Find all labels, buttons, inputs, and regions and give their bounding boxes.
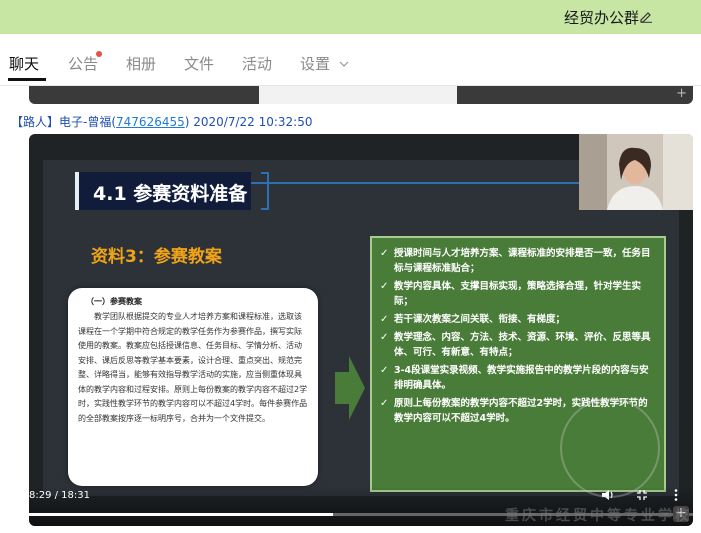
group-name: 经贸办公群	[563, 9, 639, 27]
playback-time: 8:29 / 18:31	[29, 490, 91, 501]
tab-chat[interactable]: 聊天	[9, 53, 39, 74]
message-timestamp: 2020/7/22 10:32:50	[193, 115, 313, 129]
check-icon: ✓	[380, 248, 389, 259]
check-icon: ✓	[380, 398, 389, 409]
active-tab-indicator	[8, 78, 46, 81]
expand-icon[interactable]: +	[676, 86, 687, 101]
edit-icon[interactable]	[639, 9, 653, 23]
message-header: 【路人】电子-曾福(747626455) 2020/7/22 10:32:50	[11, 115, 313, 129]
tab-settings[interactable]: 设置	[300, 53, 330, 74]
title-bar: 经贸办公群	[0, 0, 701, 34]
list-item: ✓ 教学内容具体、支撑目标实现，策略选择合理，针对学生实际；	[380, 281, 642, 307]
check-icon: ✓	[380, 332, 389, 343]
tab-announcement[interactable]: 公告	[68, 53, 98, 74]
check-icon: ✓	[380, 365, 389, 376]
sender-qq-link[interactable]: 747626455	[116, 115, 185, 129]
list-item: ✓ 若干课次教案之间关联、衔接、有梯度；	[380, 314, 566, 325]
progress-fill	[29, 513, 334, 516]
presenter-image	[579, 134, 693, 210]
tab-files[interactable]: 文件	[184, 53, 214, 74]
list-item: ✓ 教学理念、内容、方法、技术、资源、环境、评价、反思等具体、可行、有新意、有特点…	[380, 332, 651, 358]
previous-video-thumbnail[interactable]: +	[29, 86, 693, 104]
school-seal-watermark	[560, 398, 660, 498]
check-icon: ✓	[380, 281, 389, 292]
fullscreen-icon[interactable]	[635, 488, 649, 502]
list-item: ✓ 授课时间与人才培养方案、课程标准的安排是否一致，任务目标与课程标准贴合；	[380, 248, 651, 274]
more-options-icon[interactable]	[669, 488, 683, 502]
school-watermark-text: 重庆市经贸中等专业学校	[505, 508, 692, 524]
presenter-webcam	[579, 134, 693, 210]
doc-heading: （一）参赛教案	[86, 297, 142, 306]
chevron-down-icon[interactable]	[339, 59, 349, 69]
unread-dot	[96, 51, 102, 57]
sender-name: 【路人】电子-曾福	[11, 115, 112, 129]
arrow-right-icon	[335, 356, 365, 420]
title-bracket	[261, 172, 269, 210]
list-item: ✓ 3-4段课堂实录视频、教学实施报告中的教学片段的内容与安排明确具体。	[380, 365, 649, 391]
tab-activities[interactable]: 活动	[242, 53, 272, 74]
slide-subtitle: 资料3：参赛教案	[91, 247, 222, 267]
document-card: （一）参赛教案 教学团队根据提交的专业人才培养方案和课程标准，选取该课程在一个学…	[68, 288, 318, 486]
check-icon: ✓	[380, 314, 389, 325]
doc-body: 教学团队根据提交的专业人才培养方案和课程标准，选取该课程在一个学期中符合规定的教…	[78, 312, 308, 423]
tab-bar: 聊天 公告 相册 文件 活动 设置	[0, 34, 701, 86]
tab-album[interactable]: 相册	[126, 53, 156, 74]
slide-title: 4.1 参赛资料准备	[93, 183, 248, 205]
slide-title-box: 4.1 参赛资料准备	[75, 172, 251, 210]
